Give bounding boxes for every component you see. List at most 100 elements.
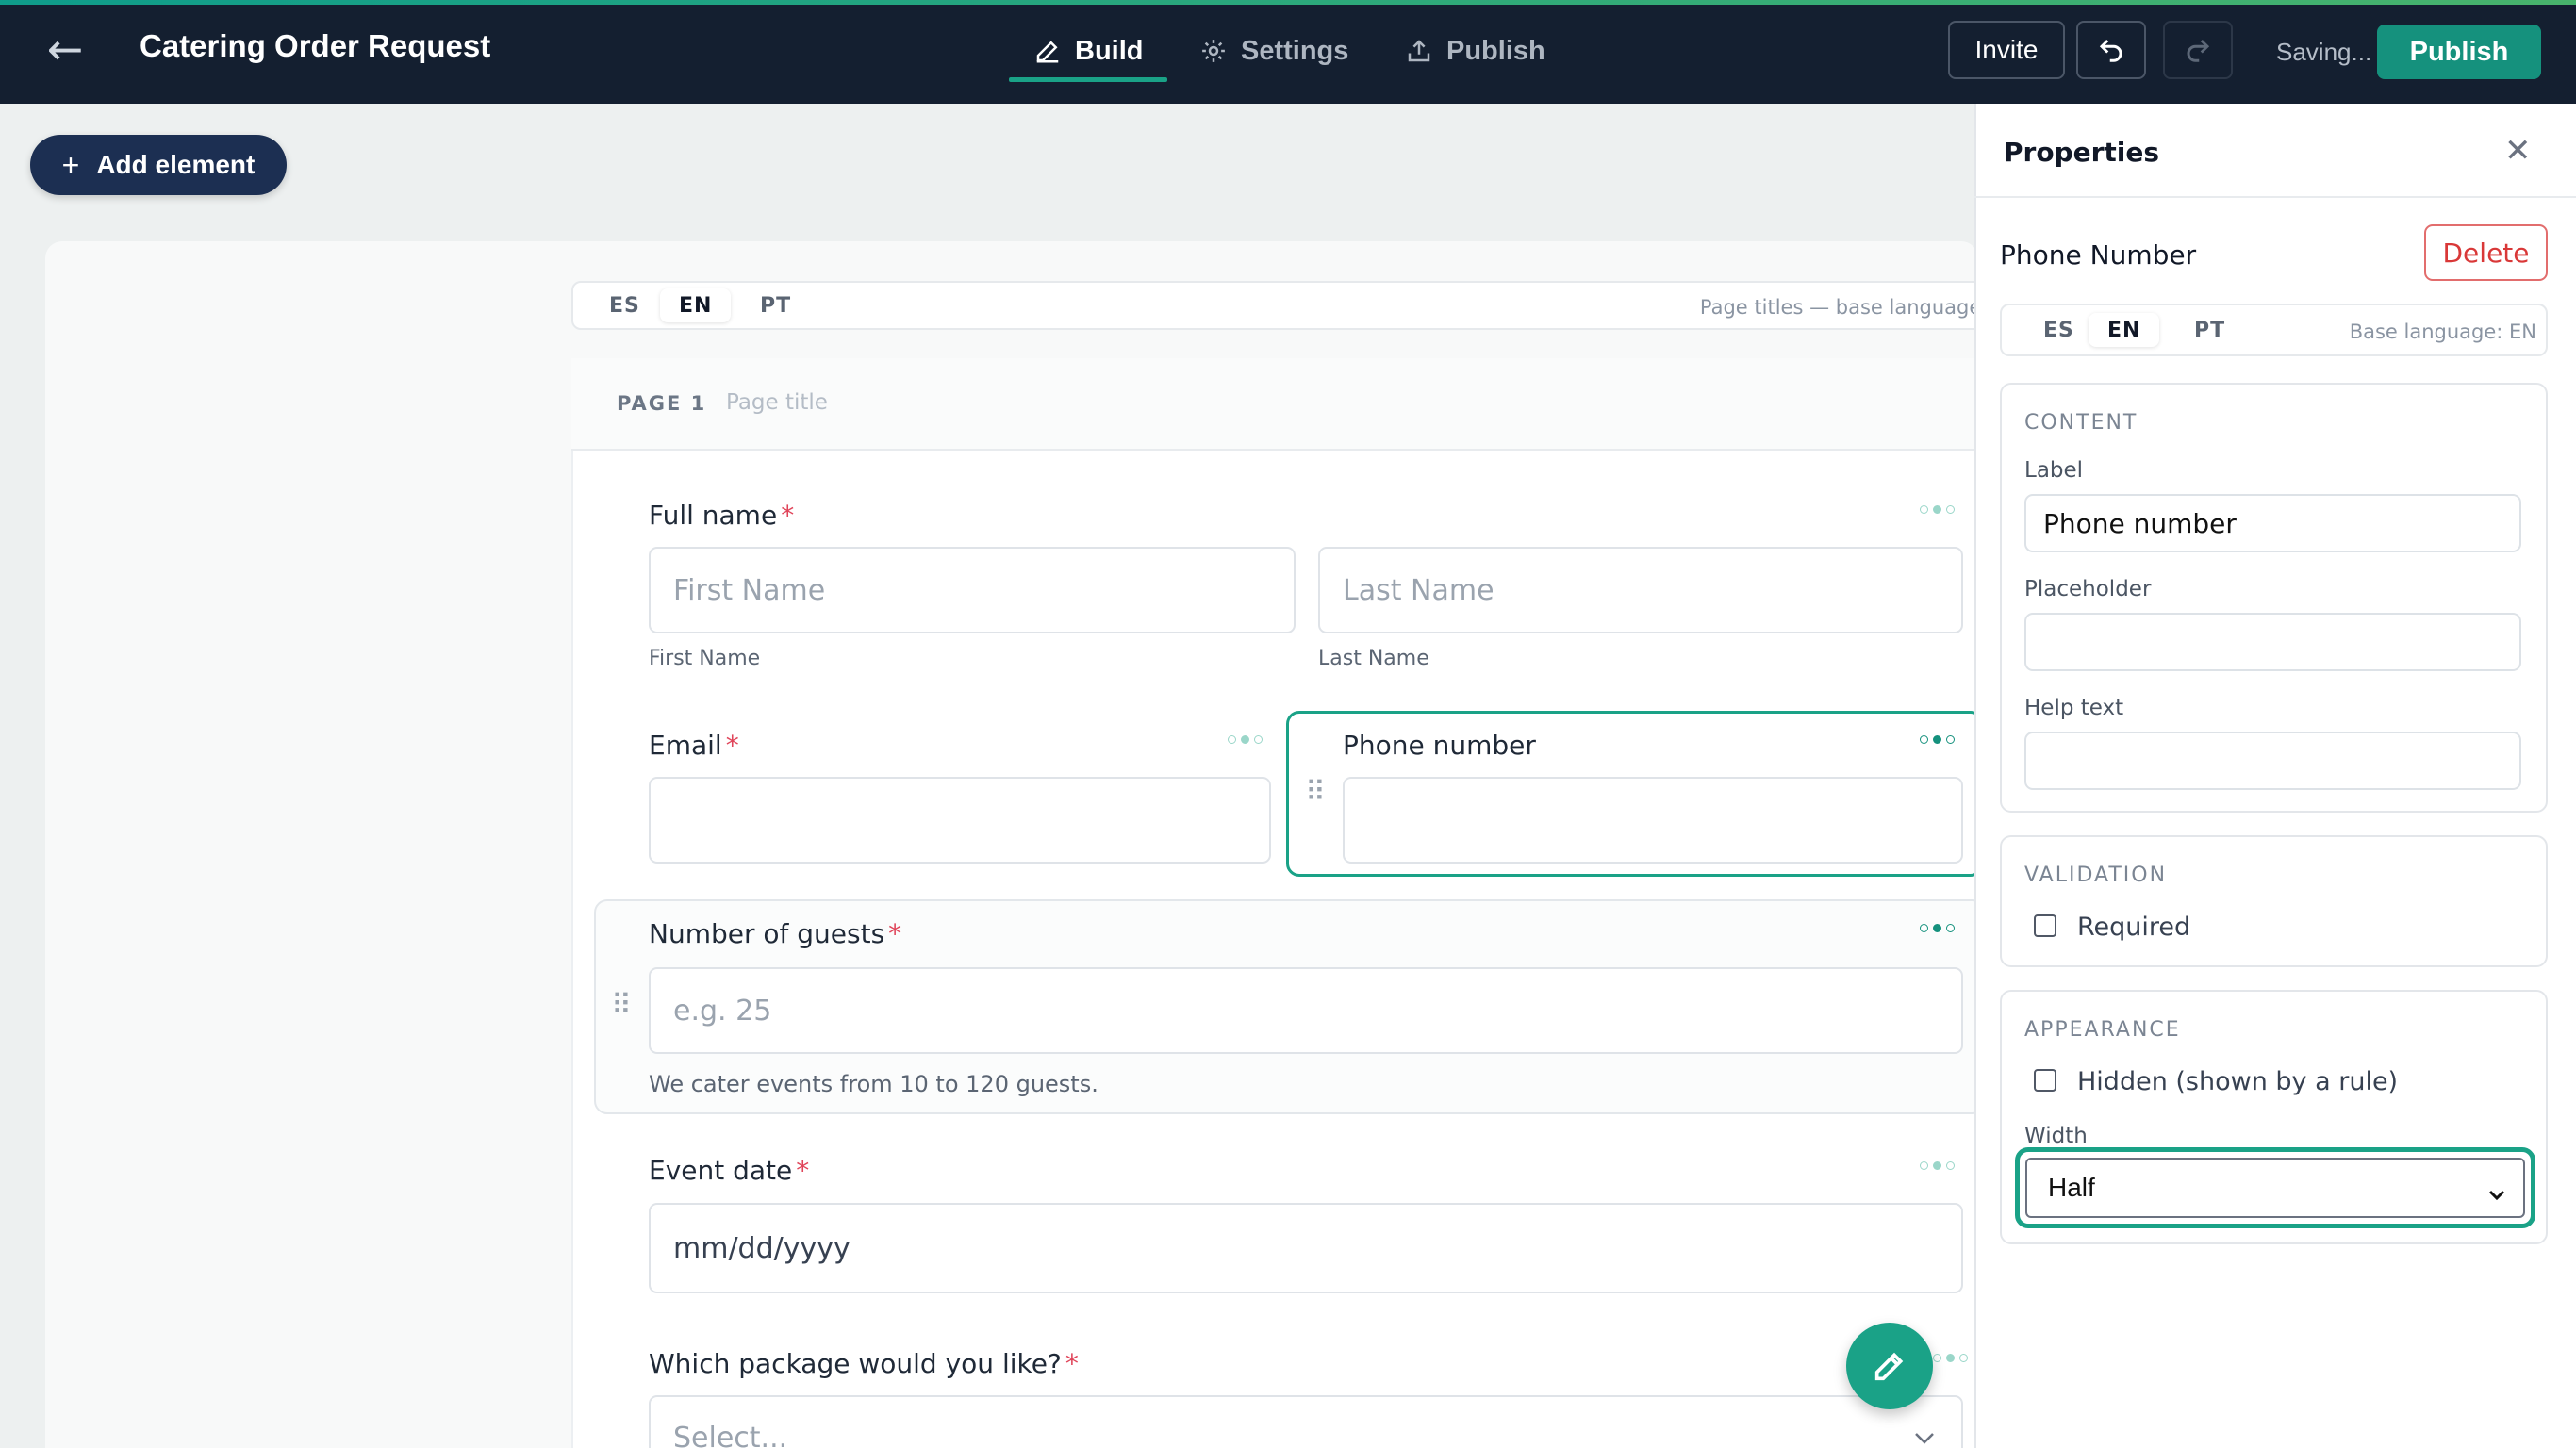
language-note: Page titles — base language: EN (1699, 296, 2022, 319)
required-marker: * (796, 1155, 810, 1186)
event-date-label-text: Event date (649, 1155, 793, 1186)
field-options-icon[interactable] (1920, 735, 1955, 744)
panel-title: Properties (2004, 137, 2160, 168)
appearance-section-title: APPEARANCE (2024, 1018, 2181, 1042)
tab-settings[interactable]: Settings (1199, 19, 1348, 83)
language-tab-pt[interactable]: PT (741, 288, 810, 322)
page-title-input[interactable]: Page title (726, 390, 828, 415)
phone-input[interactable] (1343, 777, 1963, 864)
field-options-icon[interactable] (1920, 505, 1955, 514)
tab-build-label: Build (1075, 35, 1144, 66)
guests-label: Number of guests * (649, 918, 901, 949)
selected-field-name: Phone Number (2000, 239, 2197, 271)
event-date-label: Event date * (649, 1155, 809, 1186)
field-options-icon[interactable] (1920, 1161, 1955, 1170)
package-select-value: Select... (673, 1422, 788, 1448)
panel-divider (1974, 196, 2576, 198)
invite-button[interactable]: Invite (1948, 21, 2065, 79)
upload-icon (1408, 40, 1430, 62)
back-button[interactable]: ← (36, 21, 94, 79)
package-label: Which package would you like? * (649, 1348, 1079, 1379)
required-marker: * (725, 730, 739, 761)
close-icon: ✕ (2504, 132, 2532, 170)
save-status: Saving... (2276, 38, 2372, 66)
field-options-icon[interactable] (1920, 924, 1955, 932)
label-field-label: Label (2024, 458, 2084, 483)
language-tab-es[interactable]: ES (590, 288, 659, 322)
phone-label: Phone number (1343, 730, 1536, 761)
required-checkbox-label: Required (2077, 913, 2191, 942)
placeholder-field-label: Placeholder (2024, 577, 2152, 601)
add-element-label: Add element (96, 150, 256, 179)
width-select-value: Half (2048, 1173, 2095, 1202)
drag-handle-icon[interactable]: ⠿ (1305, 779, 1326, 807)
event-date-input[interactable]: mm/dd/yyyy (649, 1203, 1963, 1293)
base-language-note: Base language: EN (2349, 321, 2536, 343)
guests-label-text: Number of guests (649, 918, 885, 949)
chevron-down-icon (2488, 1190, 2505, 1201)
email-label-text: Email (649, 730, 722, 761)
chevron-down-icon (1914, 1431, 1935, 1444)
field-options-icon[interactable] (1933, 1354, 1968, 1362)
required-marker: * (1065, 1348, 1079, 1379)
width-select[interactable]: Half (2015, 1147, 2535, 1228)
plus-icon: + (61, 147, 80, 182)
field-language-switcher: ES EN PT Base language: EN (2000, 304, 2548, 356)
email-input[interactable] (649, 777, 1271, 864)
width-select-box[interactable]: Half (2025, 1158, 2525, 1218)
pencil-icon (1036, 41, 1059, 63)
full-name-label-text: Full name (649, 500, 778, 531)
help-text-field-label: Help text (2024, 696, 2124, 720)
guests-input[interactable]: e.g. 25 (649, 967, 1963, 1054)
email-label: Email * (649, 730, 739, 761)
last-name-input[interactable]: Last Name (1318, 547, 1963, 634)
field-options-icon[interactable] (1228, 735, 1263, 744)
publish-button[interactable]: Publish (2377, 25, 2541, 79)
required-checkbox[interactable] (2034, 914, 2056, 937)
add-element-button[interactable]: + Add element (30, 135, 287, 195)
full-name-label: Full name * (649, 500, 794, 531)
help-text-input[interactable] (2024, 732, 2521, 790)
label-input[interactable]: Phone number (2024, 494, 2521, 552)
placeholder-input[interactable] (2024, 613, 2521, 671)
tab-settings-label: Settings (1241, 35, 1349, 66)
tab-publish[interactable]: Publish (1405, 19, 1545, 83)
language-tab-es[interactable]: ES (2024, 313, 2093, 347)
width-field-label: Width (2024, 1124, 2088, 1148)
redo-icon (2187, 39, 2210, 62)
active-tab-indicator (1009, 77, 1167, 82)
close-panel-button[interactable]: ✕ (2504, 132, 2532, 170)
guests-help-text: We cater events from 10 to 120 guests. (649, 1071, 1098, 1097)
tab-publish-label: Publish (1446, 35, 1545, 66)
accent-stripe (0, 0, 2576, 5)
language-tab-en[interactable]: EN (2089, 313, 2160, 347)
undo-icon (2099, 39, 2122, 62)
hidden-checkbox-label: Hidden (shown by a rule) (2077, 1067, 2399, 1096)
package-select[interactable]: Select... (649, 1395, 1963, 1448)
arrow-left-icon: ← (46, 24, 84, 74)
required-marker: * (781, 500, 795, 531)
package-label-text: Which package would you like? (649, 1348, 1062, 1379)
page-language-switcher: ES EN PT Page titles — base language: EN (571, 281, 2022, 330)
first-name-input[interactable]: First Name (649, 547, 1296, 634)
pencil-icon (1874, 1352, 1904, 1381)
delete-button[interactable]: Delete (2424, 224, 2548, 281)
first-name-sublabel: First Name (649, 647, 761, 670)
required-marker: * (888, 918, 902, 949)
form-title: Catering Order Request (140, 28, 491, 63)
page-number: PAGE 1 (617, 392, 707, 415)
content-section: CONTENT Label Phone number Placeholder H… (2000, 383, 2548, 813)
validation-section: VALIDATION Required (2000, 835, 2548, 967)
language-tab-pt[interactable]: PT (2175, 313, 2244, 347)
tab-build[interactable]: Build (1033, 19, 1144, 83)
last-name-sublabel: Last Name (1318, 647, 1429, 670)
drag-handle-icon[interactable]: ⠿ (611, 992, 632, 1020)
undo-button[interactable] (2076, 21, 2146, 79)
edit-fab-button[interactable] (1846, 1323, 1933, 1409)
gear-icon (1202, 40, 1225, 62)
language-tab-en[interactable]: EN (660, 288, 732, 322)
content-section-title: CONTENT (2024, 411, 2138, 435)
validation-section-title: VALIDATION (2024, 864, 2168, 887)
redo-button[interactable] (2163, 21, 2233, 79)
hidden-checkbox[interactable] (2034, 1069, 2056, 1092)
